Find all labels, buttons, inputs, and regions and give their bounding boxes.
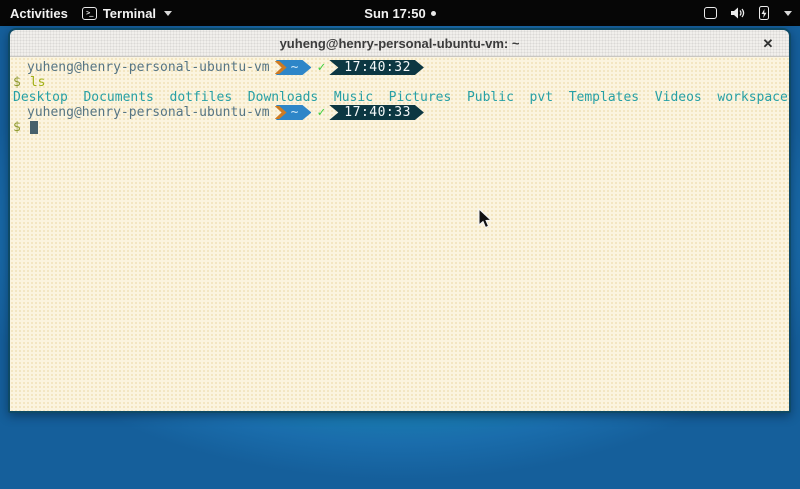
- ls-output-line: Desktop Documents dotfiles Downloads Mus…: [13, 90, 789, 105]
- app-menu-label: Terminal: [103, 6, 156, 21]
- chevron-down-icon: [164, 11, 172, 16]
- prompt-symbol: $: [13, 75, 21, 90]
- status-check-icon: ✓: [317, 60, 325, 75]
- prompt-user-host: yuheng@henry-personal-ubuntu-vm: [27, 60, 270, 75]
- clock-label[interactable]: Sun 17:50: [364, 6, 425, 21]
- notification-dot: [431, 11, 436, 16]
- status-check-icon: ✓: [317, 105, 325, 120]
- powerline-segment-group: ~ ✓ 17:40:32: [275, 60, 424, 75]
- terminal-window: yuheng@henry-personal-ubuntu-vm: ~ ✕ yuh…: [8, 28, 791, 413]
- prompt-symbol: $: [13, 120, 21, 135]
- typed-command: ls: [21, 75, 46, 90]
- close-icon[interactable]: ✕: [757, 30, 779, 57]
- top-bar: Activities >_ Terminal Sun 17:50: [0, 0, 800, 26]
- activities-button[interactable]: Activities: [10, 6, 68, 21]
- input-line[interactable]: $: [13, 120, 789, 135]
- prompt-path-segment: ~: [276, 60, 312, 75]
- system-menu-chevron-icon[interactable]: [784, 11, 792, 16]
- app-menu-terminal[interactable]: >_ Terminal: [82, 6, 172, 21]
- terminal-content[interactable]: yuheng@henry-personal-ubuntu-vm ~ ✓ 17:4…: [10, 57, 789, 411]
- prompt-path-segment: ~: [276, 105, 312, 120]
- terminal-app-icon: >_: [82, 7, 97, 20]
- prompt-time-segment: 17:40:33: [329, 105, 424, 120]
- powerline-segment-group: ~ ✓ 17:40:33: [275, 105, 424, 120]
- text-cursor: [30, 121, 38, 134]
- volume-icon[interactable]: [730, 6, 746, 20]
- mouse-pointer-icon: [478, 208, 492, 230]
- prompt-line: yuheng@henry-personal-ubuntu-vm ~ ✓ 17:4…: [13, 60, 789, 75]
- window-titlebar[interactable]: yuheng@henry-personal-ubuntu-vm: ~ ✕: [10, 30, 789, 57]
- network-icon[interactable]: [704, 7, 717, 19]
- prompt-user-host: yuheng@henry-personal-ubuntu-vm: [27, 105, 270, 120]
- battery-charging-icon[interactable]: [759, 6, 769, 20]
- prompt-time-segment: 17:40:32: [329, 60, 424, 75]
- command-line: $ ls: [13, 75, 789, 90]
- desktop-background: Activities >_ Terminal Sun 17:50: [0, 0, 800, 489]
- prompt-line: yuheng@henry-personal-ubuntu-vm ~ ✓ 17:4…: [13, 105, 789, 120]
- directory-listing: Desktop Documents dotfiles Downloads Mus…: [13, 90, 788, 105]
- window-title: yuheng@henry-personal-ubuntu-vm: ~: [280, 36, 520, 51]
